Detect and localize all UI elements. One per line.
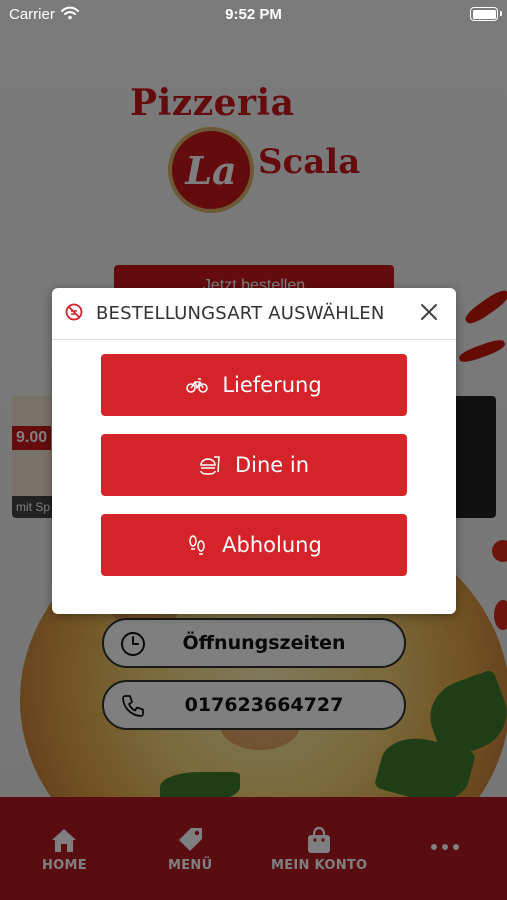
dine-in-label: Dine in	[234, 453, 310, 477]
close-icon[interactable]	[416, 299, 442, 325]
food-slash-icon	[65, 303, 83, 321]
status-bar: Carrier 9:52 PM	[0, 0, 507, 30]
pickup-button[interactable]: Abholung	[101, 514, 407, 576]
dine-in-button[interactable]: Dine in	[101, 434, 407, 496]
burger-drink-icon	[200, 456, 220, 475]
order-type-dialog: BESTELLUNGSART AUSWÄHLEN Lieferung Dine …	[52, 288, 456, 614]
bicycle-icon	[186, 378, 209, 393]
battery-tip	[500, 11, 502, 16]
dialog-header: BESTELLUNGSART AUSWÄHLEN	[52, 288, 456, 340]
delivery-label: Lieferung	[222, 373, 322, 397]
battery-icon	[470, 7, 498, 21]
dialog-title: BESTELLUNGSART AUSWÄHLEN	[96, 303, 385, 324]
pickup-label: Abholung	[222, 533, 322, 557]
status-time: 9:52 PM	[225, 6, 282, 23]
footprints-icon	[189, 535, 205, 555]
delivery-button[interactable]: Lieferung	[101, 354, 407, 416]
